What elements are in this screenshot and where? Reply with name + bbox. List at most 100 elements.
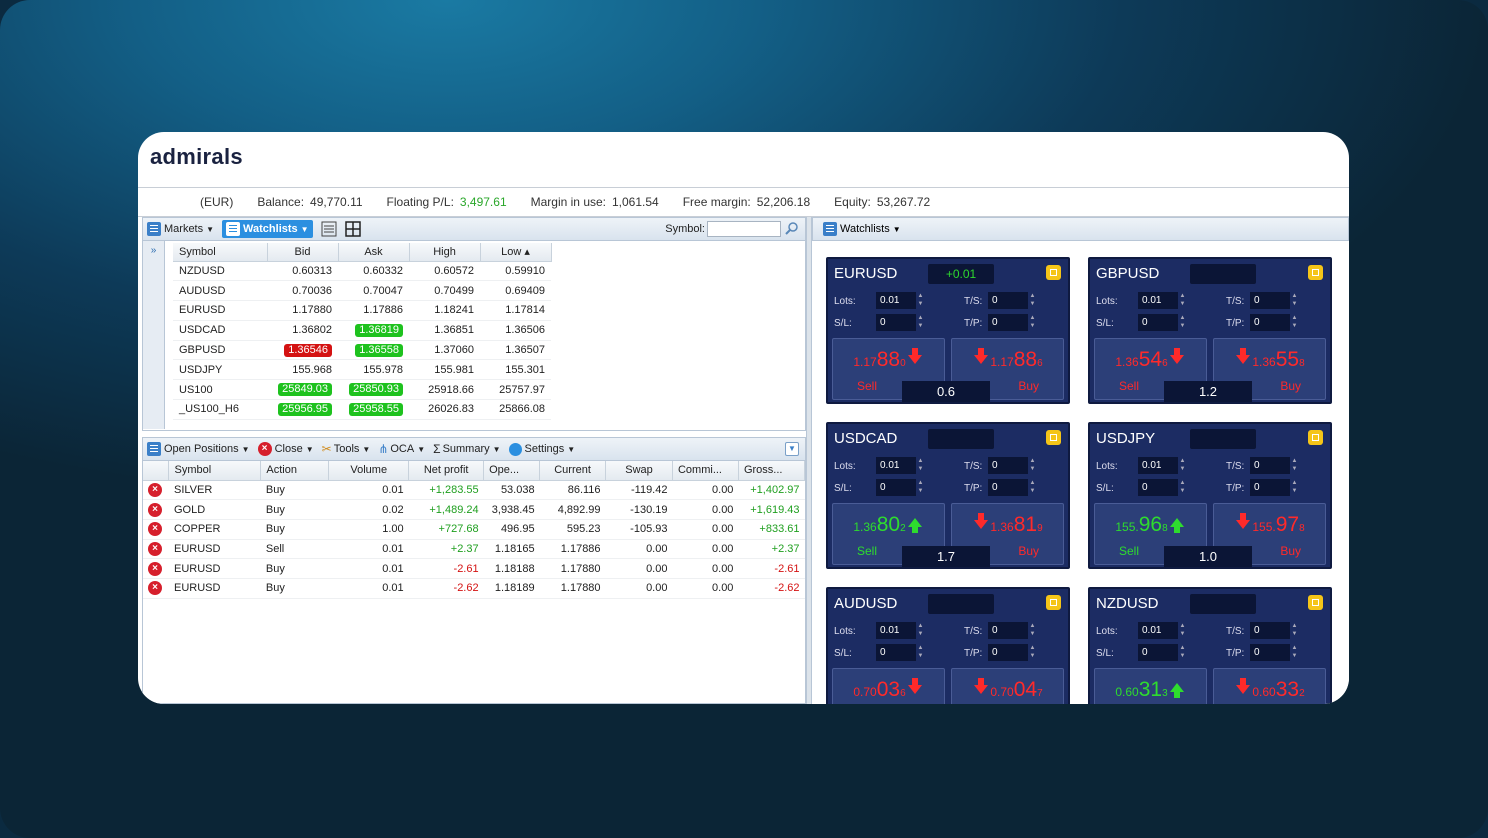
tile-settings-icon[interactable] bbox=[1046, 430, 1061, 445]
table-row[interactable]: US100 25849.03 25850.93 25918.66 25757.97 bbox=[173, 379, 551, 401]
tile-settings-icon[interactable] bbox=[1308, 265, 1323, 280]
grid-view-button[interactable] bbox=[344, 221, 361, 237]
sl-input[interactable]: 0 bbox=[876, 479, 916, 496]
sell-button[interactable]: 0.70036 Sell bbox=[832, 668, 945, 704]
tp-stepper[interactable]: ▲ ▼ bbox=[1290, 314, 1299, 331]
open-positions-button[interactable]: Open Positions ▼ bbox=[147, 442, 250, 456]
settings-button[interactable]: Settings ▼ bbox=[508, 442, 575, 456]
lots-input[interactable]: 0.01 bbox=[1138, 292, 1178, 309]
sl-input[interactable]: 0 bbox=[876, 314, 916, 331]
lots-input[interactable]: 0.01 bbox=[1138, 622, 1178, 639]
tp-stepper[interactable]: ▲ ▼ bbox=[1290, 479, 1299, 496]
lots-stepper[interactable]: ▲ ▼ bbox=[916, 457, 925, 474]
lots-stepper[interactable]: ▲ ▼ bbox=[1178, 457, 1187, 474]
sl-stepper[interactable]: ▲ ▼ bbox=[1178, 314, 1187, 331]
col-symbol[interactable]: Symbol bbox=[168, 461, 262, 481]
close-position-icon[interactable]: × bbox=[148, 541, 162, 556]
sl-input[interactable]: 0 bbox=[1138, 644, 1178, 661]
table-row[interactable]: EURUSD 1.17880 1.17886 1.18241 1.17814 bbox=[173, 300, 551, 321]
tp-stepper[interactable]: ▲ ▼ bbox=[1290, 644, 1299, 661]
tp-input[interactable]: 0 bbox=[1250, 479, 1290, 496]
ts-stepper[interactable]: ▲ ▼ bbox=[1290, 292, 1299, 309]
ts-stepper[interactable]: ▲ ▼ bbox=[1028, 292, 1037, 309]
sl-stepper[interactable]: ▲ ▼ bbox=[916, 644, 925, 661]
ts-stepper[interactable]: ▲ ▼ bbox=[1028, 457, 1037, 474]
col-gross[interactable]: Gross... bbox=[738, 461, 806, 481]
tp-input[interactable]: 0 bbox=[1250, 314, 1290, 331]
table-row[interactable]: × EURUSD Buy 0.01 -2.61 1.18188 1.17880 0.00 0.0… bbox=[143, 558, 805, 579]
tools-button[interactable]: ✂ Tools ▼ bbox=[322, 442, 371, 456]
collapse-panel-icon[interactable]: ▼ bbox=[785, 442, 799, 456]
col-bid[interactable]: Bid bbox=[267, 243, 339, 262]
ts-input[interactable]: 0 bbox=[1250, 457, 1290, 474]
col-current[interactable]: Current bbox=[539, 461, 607, 481]
ts-stepper[interactable]: ▲ ▼ bbox=[1290, 622, 1299, 639]
sl-input[interactable]: 0 bbox=[1138, 479, 1178, 496]
lots-input[interactable]: 0.01 bbox=[876, 622, 916, 639]
col-swap[interactable]: Swap bbox=[605, 461, 673, 481]
close-position-icon[interactable]: × bbox=[148, 581, 162, 596]
col-volume[interactable]: Volume bbox=[328, 461, 410, 481]
close-position-icon[interactable]: × bbox=[148, 482, 162, 497]
lots-stepper[interactable]: ▲ ▼ bbox=[1178, 622, 1187, 639]
table-row[interactable]: NZDUSD 0.60313 0.60332 0.60572 0.59910 bbox=[173, 261, 551, 282]
symbol-input[interactable] bbox=[707, 221, 781, 237]
ts-stepper[interactable]: ▲ ▼ bbox=[1290, 457, 1299, 474]
ts-input[interactable]: 0 bbox=[1250, 622, 1290, 639]
table-row[interactable]: _US100_H6 25956.95 25958.55 26026.83 25866.0… bbox=[173, 399, 551, 420]
table-row[interactable]: USDCAD 1.36802 1.36819 1.36851 1.36506 bbox=[173, 320, 551, 341]
sl-stepper[interactable]: ▲ ▼ bbox=[1178, 479, 1187, 496]
col-high[interactable]: High bbox=[409, 243, 481, 262]
sl-stepper[interactable]: ▲ ▼ bbox=[916, 314, 925, 331]
ts-input[interactable]: 0 bbox=[1250, 292, 1290, 309]
lots-stepper[interactable]: ▲ ▼ bbox=[916, 292, 925, 309]
summary-button[interactable]: Σ Summary ▼ bbox=[433, 442, 500, 456]
col-low[interactable]: Low ▴ bbox=[480, 243, 552, 262]
close-position-icon[interactable]: × bbox=[148, 502, 162, 517]
sl-stepper[interactable]: ▲ ▼ bbox=[1178, 644, 1187, 661]
tp-stepper[interactable]: ▲ ▼ bbox=[1028, 314, 1037, 331]
col-action[interactable]: Action bbox=[260, 461, 330, 481]
col-symbol[interactable]: Symbol bbox=[173, 243, 268, 262]
lots-stepper[interactable]: ▲ ▼ bbox=[1178, 292, 1187, 309]
tp-input[interactable]: 0 bbox=[988, 479, 1028, 496]
list-view-button[interactable] bbox=[321, 221, 337, 237]
tp-input[interactable]: 0 bbox=[988, 314, 1028, 331]
sell-button[interactable]: 0.60313 Sell bbox=[1094, 668, 1207, 704]
table-row[interactable]: AUDUSD 0.70036 0.70047 0.70499 0.69409 bbox=[173, 280, 551, 302]
right-watchlists-button[interactable]: Watchlists ▼ bbox=[823, 222, 901, 236]
lots-input[interactable]: 0.01 bbox=[1138, 457, 1178, 474]
sl-stepper[interactable]: ▲ ▼ bbox=[916, 479, 925, 496]
table-row[interactable]: × EURUSD Buy 0.01 -2.62 1.18189 1.17880 0.00 0.0… bbox=[143, 578, 805, 599]
close-button[interactable]: × Close ▼ bbox=[257, 442, 314, 456]
tp-stepper[interactable]: ▲ ▼ bbox=[1028, 644, 1037, 661]
col-open[interactable]: Ope... bbox=[483, 461, 541, 481]
lots-input[interactable]: 0.01 bbox=[876, 457, 916, 474]
col-commission[interactable]: Commi... bbox=[672, 461, 739, 481]
sl-input[interactable]: 0 bbox=[876, 644, 916, 661]
table-row[interactable]: USDJPY 155.968 155.978 155.981 155.301 bbox=[173, 359, 551, 381]
table-row[interactable]: GBPUSD 1.36546 1.36558 1.37060 1.36507 bbox=[173, 340, 551, 361]
table-row[interactable]: × GOLD Buy 0.02 +1,489.24 3,938.45 4,892.99 -13… bbox=[143, 499, 805, 520]
tp-input[interactable]: 0 bbox=[988, 644, 1028, 661]
tile-settings-icon[interactable] bbox=[1308, 430, 1323, 445]
ts-stepper[interactable]: ▲ ▼ bbox=[1028, 622, 1037, 639]
close-position-icon[interactable]: × bbox=[148, 522, 162, 537]
tile-settings-icon[interactable] bbox=[1308, 595, 1323, 610]
markets-button[interactable]: Markets ▼ bbox=[147, 222, 214, 236]
col-net-profit[interactable]: Net profit bbox=[408, 461, 485, 481]
ts-input[interactable]: 0 bbox=[988, 292, 1028, 309]
col-ask[interactable]: Ask bbox=[338, 243, 410, 262]
ts-input[interactable]: 0 bbox=[988, 457, 1028, 474]
table-row[interactable]: × EURUSD Sell 0.01 +2.37 1.18165 1.17886 0.00 0.… bbox=[143, 539, 805, 560]
tp-stepper[interactable]: ▲ ▼ bbox=[1028, 479, 1037, 496]
oca-button[interactable]: ⋔ OCA ▼ bbox=[378, 442, 425, 456]
lots-stepper[interactable]: ▲ ▼ bbox=[916, 622, 925, 639]
expand-panel-button[interactable]: » bbox=[143, 241, 165, 429]
search-icon[interactable] bbox=[785, 221, 799, 235]
tp-input[interactable]: 0 bbox=[1250, 644, 1290, 661]
ts-input[interactable]: 0 bbox=[988, 622, 1028, 639]
table-row[interactable]: × SILVER Buy 0.01 +1,283.55 53.038 86.116 -119.… bbox=[143, 480, 805, 501]
tile-settings-icon[interactable] bbox=[1046, 595, 1061, 610]
sl-input[interactable]: 0 bbox=[1138, 314, 1178, 331]
